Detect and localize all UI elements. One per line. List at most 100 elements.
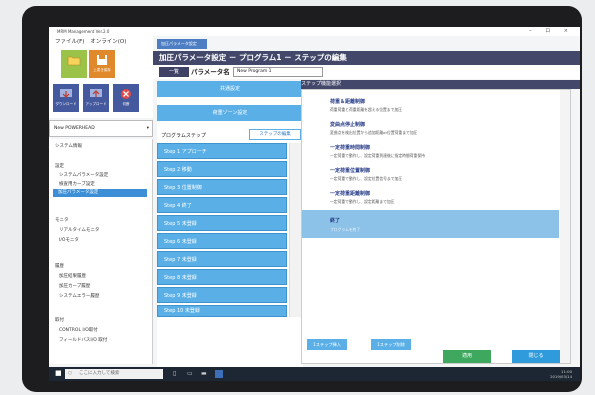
tree-item-io-monitor[interactable]: I/Oモニタ <box>59 237 79 243</box>
tree-item-inspection-curve[interactable]: 檢査用カーブ設定 <box>59 181 95 187</box>
toolbar: 上書き保存 ダウンロード アップロード 切断 <box>49 48 153 118</box>
list-item[interactable]: 変曲点停止制御 変曲点を検出位置から追加距離or位置荷重まで加圧 <box>330 121 417 136</box>
tree-item-realtime-monitor[interactable]: リアルタイムモニタ <box>59 227 99 233</box>
taskbar: ■ ○ ここに入力して検索 ▯ ▭ ▬ 11:00 2019/03/14 <box>49 367 580 381</box>
close-button[interactable]: 閉じる <box>512 350 560 363</box>
chevron-down-icon: ▾ <box>146 126 149 131</box>
save-icon <box>93 52 111 68</box>
taskbar-search-input[interactable]: ○ ここに入力して検索 <box>65 369 163 379</box>
upload-label: アップロード <box>85 102 107 106</box>
upload-button[interactable]: アップロード <box>83 84 109 112</box>
step-item[interactable]: Step 6 未登録 <box>157 233 287 249</box>
tree-item-system-error-history[interactable]: システムエラー履歴 <box>59 293 99 299</box>
tree-item-history[interactable]: 履歴 <box>55 263 64 269</box>
disconnect-icon <box>117 86 135 102</box>
app-taskbar-icon[interactable] <box>215 370 223 378</box>
tree-item-fieldbus-io[interactable]: フィールドバスI/O 取付 <box>59 337 107 343</box>
common-settings-button[interactable]: 共通設定 <box>157 81 303 97</box>
menu-online[interactable]: オンライン(O) <box>90 39 126 45</box>
download-icon <box>57 86 75 102</box>
param-name-label: パラメータ名 <box>191 68 230 76</box>
list-button[interactable]: 一覧 <box>159 67 189 77</box>
save-button[interactable]: 上書き保存 <box>89 50 115 78</box>
clock-date: 2019/03/14 <box>550 374 572 379</box>
tree-item-settings[interactable]: 設定 <box>55 163 64 169</box>
tree-item-system-info[interactable]: システム情報 <box>55 143 82 149</box>
function-desc: 一定荷重で動作し、設定距離まで加圧 <box>330 199 395 204</box>
system-tray-clock: 11:00 2019/03/14 <box>550 369 572 379</box>
download-label: ダウンロード <box>55 102 77 106</box>
delete-step-button[interactable]: 1ステップ削除 <box>371 339 411 350</box>
save-label: 上書き保存 <box>93 68 111 72</box>
name-bar: 一覧 パラメータ名 New Program 1 <box>153 65 580 79</box>
function-title: 荷重＆距離制御 <box>330 99 366 105</box>
tree-item-press-params[interactable]: 加圧パラメータ設定 <box>53 189 147 197</box>
function-desc: 荷重荷重と荷重距離を超える位置まで加圧 <box>330 107 403 112</box>
menu-bar: ファイル(F) オンライン(O) <box>49 36 153 48</box>
step-item[interactable]: Step 8 未登録 <box>157 269 287 285</box>
param-name-input[interactable]: New Program 1 <box>233 67 323 77</box>
function-title: 一定荷重距離制御 <box>330 191 371 197</box>
window-titlebar: MRM Management Ver.2.0 <box>49 27 580 36</box>
list-item[interactable]: 一定荷重位置制御 一定荷重で動作し、設定位置信号まで加圧 <box>330 167 402 182</box>
menu-file[interactable]: ファイル(F) <box>55 39 84 45</box>
step-item[interactable]: Step 10 未登録 <box>157 305 287 317</box>
steps-scrollbar[interactable] <box>289 143 301 317</box>
step-item[interactable]: Step 2 移動 <box>157 161 287 177</box>
search-icon: ○ <box>68 371 72 376</box>
function-desc: 一定荷重で動作し、設定位置信号まで加圧 <box>330 176 403 181</box>
task-view-icon[interactable]: ▭ <box>187 370 195 378</box>
apply-button[interactable]: 適用 <box>443 350 491 363</box>
step-function-label: ステップ機能選択 <box>301 81 342 87</box>
folder-icon <box>65 52 83 68</box>
function-title: 一定荷重位置制御 <box>330 168 371 174</box>
disconnect-label: 切断 <box>122 102 130 106</box>
windows-start-icon[interactable]: ■ <box>55 370 62 377</box>
device-select[interactable]: New POWERHEAD ▾ <box>49 120 153 137</box>
upload-icon <box>87 86 105 102</box>
left-panel: 共通設定 荷重ゾーン設定 プログラムステップ ステップの編集 Step 1 アプ… <box>157 81 303 381</box>
step-item[interactable]: Step 4 終了 <box>157 197 287 213</box>
step-item[interactable]: Step 7 未登録 <box>157 251 287 267</box>
tree-item-press-curve-history[interactable]: 加圧カーブ履歴 <box>59 283 90 289</box>
list-item[interactable]: 一定荷重距離制御 一定荷重で動作し、設定距離まで加圧 <box>330 190 395 205</box>
insert-step-button[interactable]: 1ステップ挿入 <box>307 339 347 350</box>
function-title: 終了 <box>330 218 341 224</box>
function-title: 一定荷重時間制御 <box>330 145 371 151</box>
window-controls[interactable]: – ロ × <box>529 27 574 36</box>
list-item-selected[interactable]: 終了 プログラムを終了 <box>302 210 559 238</box>
tree-item-system-params[interactable]: システムパラメータ設定 <box>59 172 108 178</box>
tree-item-press-result-history[interactable]: 加圧結果履歴 <box>59 273 86 279</box>
function-title: 変曲点停止制御 <box>330 122 366 128</box>
right-panel-header <box>301 80 580 89</box>
window-title: MRM Management Ver.2.0 <box>57 29 110 34</box>
download-button[interactable]: ダウンロード <box>53 84 79 112</box>
function-list-scrollbar[interactable] <box>560 90 570 363</box>
explorer-icon[interactable]: ▬ <box>201 370 209 378</box>
step-item[interactable]: Step 5 未登録 <box>157 215 287 231</box>
list-item[interactable]: 荷重＆距離制御 荷重荷重と荷重距離を超える位置まで加圧 <box>330 98 402 113</box>
step-item[interactable]: Step 1 アプローチ <box>157 143 287 159</box>
mic-icon[interactable]: ▯ <box>173 370 181 378</box>
taskbar-search-placeholder: ここに入力して検索 <box>79 371 120 376</box>
tree-item-control-io[interactable]: CONTROL I/O取付 <box>59 327 98 333</box>
device-select-value: New POWERHEAD <box>54 126 95 131</box>
step-item[interactable]: Step 9 未登録 <box>157 287 287 303</box>
function-desc: 変曲点を検出位置から追加距離or位置荷重まで加圧 <box>330 130 418 135</box>
load-zone-button[interactable]: 荷重ゾーン設定 <box>157 105 303 121</box>
step-item[interactable]: Step 3 位置制御 <box>157 179 287 195</box>
disconnect-button[interactable]: 切断 <box>113 84 139 112</box>
tree-item-monitor[interactable]: モニタ <box>55 217 69 223</box>
step-function-list: 荷重＆距離制御 荷重荷重と荷重距離を超える位置まで加圧 変曲点停止制御 変曲点を… <box>301 89 571 364</box>
function-desc: プログラムを終了 <box>330 227 361 232</box>
nav-tree: システム情報 設定 システムパラメータ設定 檢査用カーブ設定 加圧パラメータ設定… <box>49 139 153 364</box>
tab-press-params[interactable]: 加圧パラメータ設定 <box>157 39 207 49</box>
program-step-label: プログラムステップ <box>161 133 206 139</box>
page-title: 加圧パラメータ設定 － プログラム1 － ステップの編集 <box>153 51 580 65</box>
list-item[interactable]: 一定荷重時間制御 一定荷重で動作し、設定荷重到達後に指定時間荷重保持 <box>330 144 425 159</box>
function-desc: 一定荷重で動作し、設定荷重到達後に指定時間荷重保持 <box>330 153 425 158</box>
tree-item-mount[interactable]: 取付 <box>55 317 64 323</box>
open-button[interactable] <box>61 50 87 78</box>
app-screen: MRM Management Ver.2.0 – ロ × ファイル(F) オンラ… <box>49 27 580 381</box>
edit-steps-button[interactable]: ステップの編集 <box>249 129 301 140</box>
